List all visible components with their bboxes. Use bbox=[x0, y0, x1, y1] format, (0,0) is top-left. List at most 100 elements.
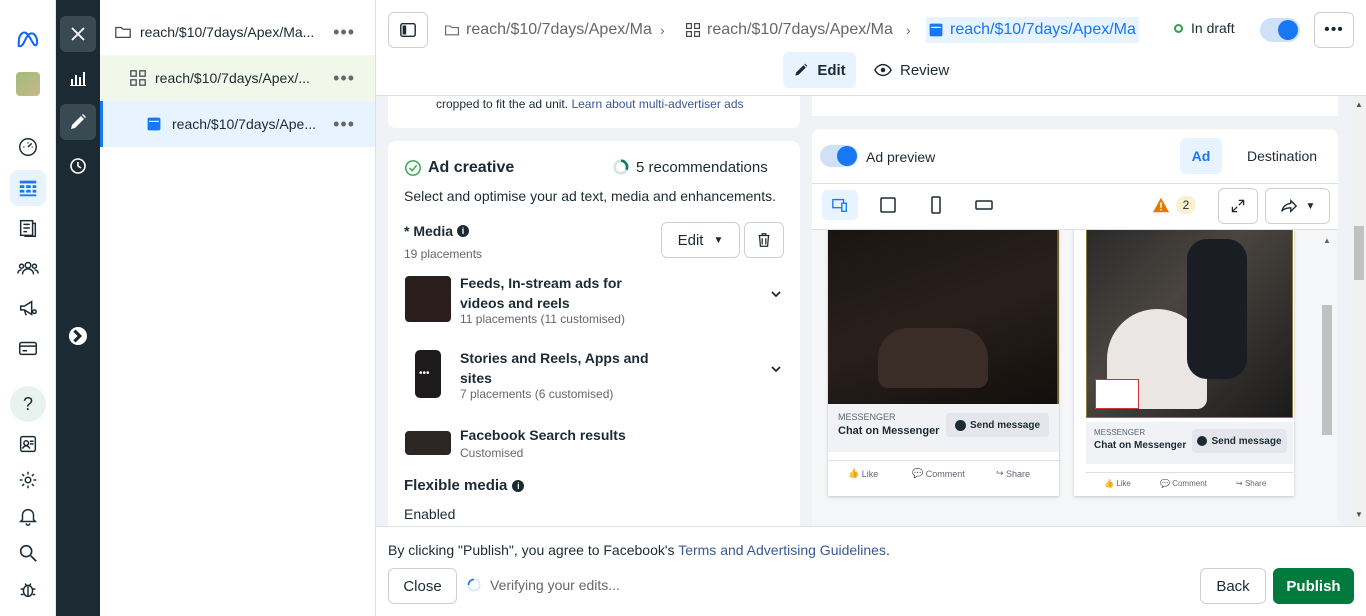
account-avatar[interactable] bbox=[10, 66, 46, 102]
edit-media-dropdown[interactable]: Edit ▼ bbox=[661, 222, 740, 258]
pages-icon[interactable] bbox=[10, 210, 46, 246]
desktop-mobile-view-icon[interactable] bbox=[822, 190, 858, 220]
ad-preview-feed: MESSENGER Chat on Messenger Send message… bbox=[828, 230, 1059, 496]
ad-creative-title: Ad creative bbox=[428, 159, 515, 176]
fullscreen-button[interactable] bbox=[1218, 188, 1258, 224]
send-message-button[interactable]: Send message bbox=[946, 413, 1049, 437]
breadcrumb-label: reach/$10/7days/Apex/Ma bbox=[466, 21, 652, 38]
info-icon[interactable]: i bbox=[512, 479, 525, 492]
placement-thumbnail: ••• bbox=[415, 350, 441, 398]
review-tab[interactable]: Review bbox=[874, 52, 954, 88]
preview-scrollbar[interactable]: ▲ bbox=[1320, 230, 1334, 526]
cta-title: Chat on Messenger bbox=[838, 425, 940, 437]
chevron-down-icon[interactable] bbox=[770, 288, 782, 303]
tree-item-ad[interactable]: reach/$10/7days/Ape... ••• bbox=[100, 101, 375, 147]
breadcrumb-campaign[interactable]: reach/$10/7days/Apex/Ma bbox=[444, 17, 652, 43]
delete-media-button[interactable] bbox=[744, 222, 784, 258]
billing-card-icon[interactable] bbox=[10, 330, 46, 366]
tree-item-campaign[interactable]: reach/$10/7days/Apex/Ma... ••• bbox=[100, 9, 375, 55]
ad-preview-feed-2: MESSENGER Chat on Messenger Send message… bbox=[1074, 230, 1294, 496]
more-options-icon[interactable]: ••• bbox=[333, 22, 355, 43]
media-count: 19 placements bbox=[404, 247, 483, 261]
toggle-sidebar-button[interactable] bbox=[388, 12, 428, 48]
recommendations-link[interactable]: 5 recommendations bbox=[612, 158, 768, 176]
breadcrumb-ad[interactable]: reach/$10/7days/Apex/Ma bbox=[926, 17, 1139, 43]
ad-preview-label: Ad preview bbox=[866, 149, 936, 165]
warnings-indicator[interactable]: 2 bbox=[1152, 196, 1196, 214]
ad-image bbox=[828, 230, 1059, 404]
account-overview-icon[interactable] bbox=[10, 426, 46, 462]
pencil-icon bbox=[795, 63, 808, 76]
warning-icon bbox=[1152, 197, 1170, 213]
edit-pencil-icon[interactable] bbox=[60, 104, 96, 140]
report-bug-icon[interactable] bbox=[10, 571, 46, 607]
tree-item-label: reach/$10/7days/Apex/Ma... bbox=[140, 24, 315, 40]
sidebar-icon bbox=[400, 22, 416, 38]
history-clock-icon[interactable] bbox=[58, 148, 98, 184]
folder-icon bbox=[115, 26, 131, 39]
expand-chevron-icon[interactable] bbox=[58, 318, 98, 354]
editor-tool-strip bbox=[56, 0, 100, 616]
flexible-media-label: Flexible media bbox=[404, 477, 508, 494]
warning-count: 2 bbox=[1176, 196, 1196, 214]
progress-ring-icon bbox=[613, 159, 629, 175]
publish-button[interactable]: Publish bbox=[1273, 568, 1354, 604]
more-options-button[interactable]: ••• bbox=[1314, 12, 1354, 48]
back-button[interactable]: Back bbox=[1200, 568, 1266, 604]
ad-creative-description: Select and optimise your ad text, media … bbox=[404, 188, 776, 204]
publish-footer: By clicking "Publish", you agree to Face… bbox=[376, 526, 1366, 616]
page-scrollbar[interactable]: ▲ ▼ bbox=[1352, 96, 1366, 526]
search-icon[interactable] bbox=[10, 535, 46, 571]
check-circle-icon bbox=[405, 160, 421, 176]
analytics-bar-icon[interactable] bbox=[58, 60, 98, 96]
caret-down-icon: ▼ bbox=[713, 234, 724, 246]
more-options-icon[interactable]: ••• bbox=[333, 68, 355, 89]
review-tab-label: Review bbox=[900, 61, 950, 79]
terms-link[interactable]: Terms and Advertising Guidelines bbox=[678, 542, 886, 558]
tree-item-label: reach/$10/7days/Ape... bbox=[172, 116, 316, 132]
ad-preview-panel: Ad preview Ad Destination 2 ▼ MESSENGER … bbox=[812, 96, 1352, 526]
edit-tab[interactable]: Edit bbox=[783, 52, 856, 88]
settings-gear-icon[interactable] bbox=[10, 462, 46, 498]
info-icon[interactable]: i bbox=[457, 225, 470, 237]
placement-subtitle: 11 placements (11 customised) bbox=[460, 312, 625, 326]
notifications-bell-icon[interactable] bbox=[10, 498, 46, 534]
close-icon[interactable] bbox=[60, 16, 96, 52]
help-icon[interactable]: ? bbox=[10, 386, 46, 422]
tab-ad[interactable]: Ad bbox=[1180, 138, 1222, 174]
square-view-icon[interactable] bbox=[878, 195, 898, 218]
ad-creative-card: Ad creative 5 recommendations Select and… bbox=[388, 141, 800, 526]
edit-tab-label: Edit bbox=[817, 61, 846, 79]
share-arrow-icon bbox=[1280, 198, 1297, 214]
tree-item-adset[interactable]: reach/$10/7days/Apex/... ••• bbox=[100, 55, 375, 101]
chevron-down-icon[interactable] bbox=[770, 363, 782, 378]
meta-logo-icon[interactable] bbox=[10, 20, 46, 56]
horizontal-view-icon[interactable] bbox=[974, 195, 994, 218]
multi-advertiser-link[interactable]: Learn about multi-advertiser ads bbox=[571, 97, 743, 111]
flexible-media-value: Enabled bbox=[404, 506, 456, 522]
caret-down-icon: ▼ bbox=[1305, 200, 1316, 212]
audiences-icon[interactable] bbox=[10, 250, 46, 286]
campaigns-table-icon[interactable] bbox=[10, 170, 46, 206]
grid-icon bbox=[686, 23, 700, 37]
edit-dropdown-label: Edit bbox=[677, 231, 704, 249]
active-toggle[interactable] bbox=[1260, 18, 1300, 42]
breadcrumb-adset[interactable]: reach/$10/7days/Apex/Ma bbox=[685, 17, 893, 43]
more-dots-icon: ••• bbox=[1324, 21, 1344, 38]
ad-image bbox=[1086, 230, 1293, 418]
more-options-icon[interactable]: ••• bbox=[333, 114, 355, 135]
advertise-megaphone-icon[interactable] bbox=[10, 290, 46, 326]
edit-panel: cropped to fit the ad unit. Learn about … bbox=[376, 96, 812, 526]
share-preview-dropdown[interactable]: ▼ bbox=[1265, 188, 1330, 224]
tree-item-label: reach/$10/7days/Apex/... bbox=[155, 70, 310, 86]
close-button[interactable]: Close bbox=[388, 568, 457, 604]
tab-destination[interactable]: Destination bbox=[1238, 138, 1326, 174]
cta-source: MESSENGER bbox=[1094, 428, 1146, 437]
cta-source: MESSENGER bbox=[838, 412, 896, 422]
vertical-view-icon[interactable] bbox=[926, 195, 946, 218]
ad-preview-toggle[interactable] bbox=[820, 145, 858, 167]
dashboard-gauge-icon[interactable] bbox=[10, 129, 46, 165]
flexible-media-heading: Flexible media i bbox=[404, 477, 525, 494]
send-message-button[interactable]: Send message bbox=[1192, 429, 1287, 453]
placement-thumbnail bbox=[405, 431, 451, 455]
